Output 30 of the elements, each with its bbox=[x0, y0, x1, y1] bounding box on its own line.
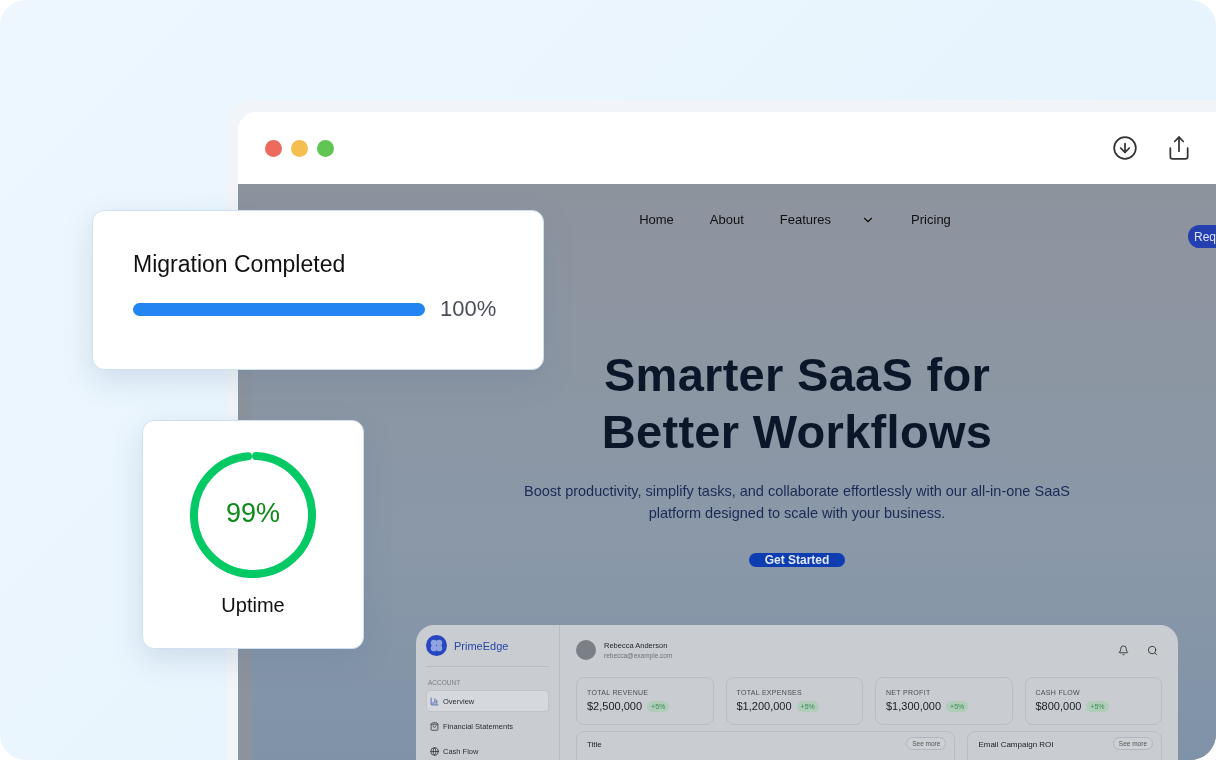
nav-link[interactable]: Pricing bbox=[911, 212, 951, 227]
stat-value: $1,300,000 bbox=[886, 700, 942, 712]
bar-chart-icon bbox=[430, 696, 439, 706]
get-started-button[interactable]: Get Started bbox=[748, 553, 846, 567]
progress-reading: 100% bbox=[440, 296, 497, 322]
uptime-reading: 99% bbox=[224, 498, 281, 529]
stat-value: $1,200,000 bbox=[736, 700, 792, 712]
brand-name: PrimeEdge bbox=[454, 639, 509, 652]
maximize-icon[interactable] bbox=[317, 139, 334, 157]
stat-value: $2,500,000 bbox=[587, 700, 643, 712]
panel-title: Email Campaign ROI bbox=[978, 740, 1054, 749]
uptime-label: Uptime bbox=[221, 594, 285, 617]
share-icon[interactable] bbox=[1166, 135, 1192, 161]
nav-link[interactable]: Home bbox=[639, 212, 674, 227]
bell-icon[interactable] bbox=[1118, 644, 1129, 656]
hero-subtitle: Boost productivity, simplify tasks, and collaborate effortlessly with our all-in-one SaaS platform designed to scale with your business. bbox=[523, 482, 1071, 523]
card-title: Migration Completed bbox=[133, 251, 347, 278]
download-icon[interactable] bbox=[1112, 135, 1138, 161]
nav-link[interactable]: Features bbox=[779, 212, 876, 227]
cta-button[interactable]: Req bbox=[1188, 225, 1216, 248]
bag-icon bbox=[430, 721, 439, 731]
search-icon[interactable] bbox=[1147, 644, 1158, 656]
nav-link[interactable]: About bbox=[709, 212, 744, 227]
globe-icon bbox=[430, 746, 439, 756]
hero-title: Smarter SaaS for Better Workflows bbox=[600, 347, 994, 460]
avatar bbox=[576, 640, 596, 660]
close-icon[interactable] bbox=[265, 139, 282, 157]
logo-icon bbox=[426, 635, 447, 656]
panel-title: Title bbox=[587, 740, 602, 749]
stat-value: $800,000 bbox=[1035, 700, 1082, 712]
